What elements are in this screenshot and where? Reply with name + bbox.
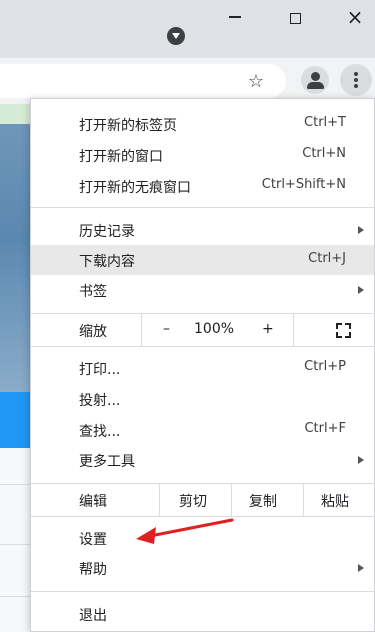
page-image (0, 124, 30, 410)
menu-item-incognito[interactable]: 打开新的无痕窗口 Ctrl+Shift+N (31, 171, 374, 201)
page-content (0, 104, 30, 632)
profile-button[interactable] (301, 66, 329, 94)
annotation-arrow-icon (136, 518, 234, 544)
star-icon[interactable]: ☆ (245, 70, 267, 92)
zoom-row: 缩放 – 100% + (31, 313, 374, 347)
more-vert-button[interactable] (340, 64, 372, 96)
menu-item-exit[interactable]: 退出 (31, 599, 374, 629)
fullscreen-icon[interactable] (336, 323, 351, 338)
menu-item-history[interactable]: 历史记录 (31, 215, 374, 245)
zoom-level: 100% (194, 321, 235, 337)
submenu-arrow-icon (358, 456, 364, 464)
menu-divider (31, 207, 374, 208)
menu-item-cast[interactable]: 投射... (31, 384, 374, 414)
maximize-button[interactable] (273, 0, 317, 40)
title-bar: × (0, 0, 375, 58)
menu-item-help[interactable]: 帮助 (31, 553, 374, 583)
menu-item-more-tools[interactable]: 更多工具 (31, 445, 374, 475)
tab-search-icon[interactable] (167, 27, 185, 45)
copy-button[interactable]: 复制 (249, 491, 277, 511)
menu-item-new-window[interactable]: 打开新的窗口 Ctrl+N (31, 140, 374, 170)
chrome-main-menu: 打开新的标签页 Ctrl+T 打开新的窗口 Ctrl+N 打开新的无痕窗口 Ct… (30, 98, 375, 632)
minimize-button[interactable] (213, 0, 257, 40)
menu-item-bookmarks[interactable]: 书签 (31, 275, 374, 305)
page-banner (0, 392, 30, 448)
menu-divider (31, 591, 374, 592)
close-button[interactable]: × (333, 0, 375, 40)
more-vert-icon (354, 72, 358, 76)
submenu-arrow-icon (358, 226, 364, 234)
menu-item-downloads[interactable]: 下载内容 Ctrl+J (31, 245, 374, 275)
person-icon (311, 72, 320, 81)
minimize-icon (229, 16, 241, 18)
close-icon: × (346, 5, 364, 29)
zoom-out-button[interactable]: – (163, 321, 170, 337)
paste-button[interactable]: 粘贴 (321, 491, 349, 511)
maximize-icon (289, 12, 301, 24)
menu-item-find[interactable]: 查找... Ctrl+F (31, 415, 374, 445)
menu-item-print[interactable]: 打印... Ctrl+P (31, 353, 374, 383)
submenu-arrow-icon (358, 286, 364, 294)
submenu-arrow-icon (358, 564, 364, 572)
zoom-in-button[interactable]: + (262, 321, 274, 337)
menu-item-new-tab[interactable]: 打开新的标签页 Ctrl+T (31, 109, 374, 139)
address-bar[interactable]: ☆ (0, 64, 286, 98)
